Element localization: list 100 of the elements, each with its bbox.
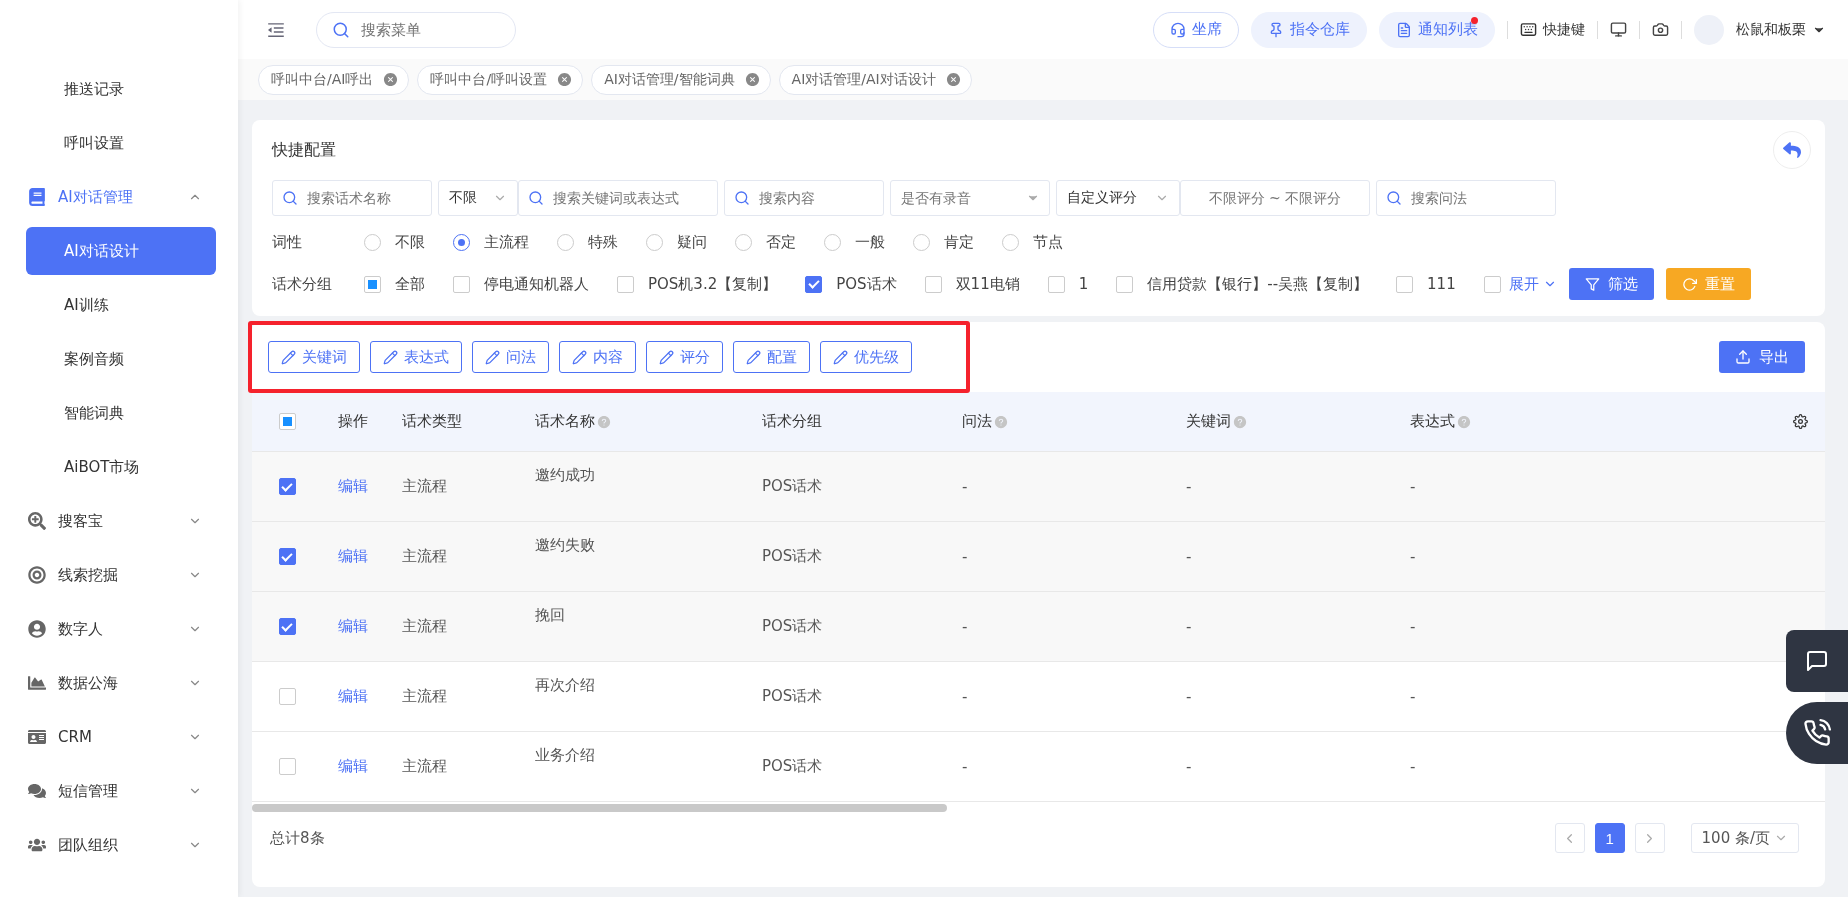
expand-link[interactable]: 展开 <box>1508 274 1557 294</box>
page-button[interactable]: 1 <box>1594 823 1625 853</box>
edit-button[interactable]: 问法 <box>472 341 549 373</box>
checkbox[interactable] <box>1396 275 1414 293</box>
page-size-select[interactable]: 100 条/页 <box>1690 823 1799 853</box>
edit-button[interactable]: 表达式 <box>370 341 462 373</box>
select-field[interactable]: 不限 <box>438 180 518 216</box>
checkbox-option[interactable]: 信用贷款【银行】--吴燕【复制】 <box>1116 274 1369 294</box>
select-field[interactable]: 是否有录音 <box>890 180 1050 216</box>
help-icon[interactable] <box>1457 414 1471 429</box>
sidebar-group[interactable]: 数据公海 <box>0 656 238 710</box>
voice-chat-button[interactable] <box>1786 630 1848 692</box>
checkbox-option[interactable]: 双11电销 <box>924 274 1020 294</box>
back-button[interactable] <box>1773 131 1811 169</box>
row-checkbox[interactable] <box>278 548 296 565</box>
header-button[interactable]: 坐席 <box>1153 11 1239 48</box>
user-menu[interactable]: 松鼠和板栗 <box>1736 20 1826 39</box>
row-checkbox[interactable] <box>278 478 296 495</box>
edit-button[interactable]: 内容 <box>559 341 636 373</box>
edit-button[interactable]: 优先级 <box>820 341 912 373</box>
sidebar-group[interactable]: CRM <box>0 710 238 764</box>
phone-button[interactable] <box>1786 702 1848 764</box>
edit-link[interactable]: 编辑 <box>338 547 368 566</box>
sidebar-group[interactable]: 团队组织 <box>0 818 238 872</box>
monitor-icon[interactable] <box>1610 21 1627 38</box>
sidebar-item[interactable]: AI训练 <box>26 281 216 329</box>
edit-link[interactable]: 编辑 <box>338 757 368 776</box>
sidebar-item[interactable]: AI对话设计 <box>26 227 216 275</box>
close-icon[interactable] <box>945 72 961 87</box>
radio-option[interactable]: 一般 <box>824 232 885 252</box>
checkbox-option[interactable]: 111 <box>1396 275 1456 293</box>
sidebar-group[interactable]: 数字人 <box>0 602 238 656</box>
search-field[interactable]: 搜索内容 <box>724 180 884 216</box>
close-icon[interactable] <box>383 72 399 87</box>
edit-button[interactable]: 关键词 <box>268 341 360 373</box>
checkbox[interactable] <box>1116 275 1134 293</box>
close-icon[interactable] <box>557 72 573 87</box>
radio-option[interactable]: 节点 <box>1002 232 1063 252</box>
menu-search-field[interactable]: 搜索菜单 <box>316 11 516 48</box>
help-icon[interactable] <box>1233 414 1247 429</box>
select-all-checkbox[interactable] <box>278 413 296 430</box>
range-field[interactable]: 不限评分 ~ 不限评分 <box>1180 180 1370 216</box>
checkbox[interactable] <box>1483 275 1501 293</box>
checkbox[interactable] <box>1047 275 1065 293</box>
help-icon[interactable] <box>994 414 1008 429</box>
checkbox-option[interactable]: 1 <box>1047 275 1089 293</box>
sidebar-group[interactable]: 线索挖掘 <box>0 548 238 602</box>
search-field[interactable]: 搜索关键词或表达式 <box>518 180 718 216</box>
edit-button[interactable]: 评分 <box>646 341 723 373</box>
sidebar-item[interactable]: 推送记录 <box>26 65 216 113</box>
table-cell: - <box>1186 547 1192 566</box>
edit-button[interactable]: 配置 <box>733 341 810 373</box>
row-checkbox[interactable] <box>278 758 296 775</box>
row-checkbox[interactable] <box>278 688 296 705</box>
sidebar-group[interactable]: AI对话管理 <box>0 170 238 224</box>
help-icon[interactable] <box>597 414 611 429</box>
shortcut-button[interactable]: 快捷键 <box>1520 20 1585 39</box>
checkbox-option[interactable]: 全部 <box>364 274 425 294</box>
radio-option[interactable]: 否定 <box>735 232 796 252</box>
close-icon[interactable] <box>744 72 760 87</box>
page-tab[interactable]: 呼叫中台/呼叫设置 <box>417 64 584 95</box>
checkbox-option[interactable]: 停电通知机器人 <box>453 274 589 294</box>
sidebar-item[interactable]: 呼叫设置 <box>26 119 216 167</box>
edit-link[interactable]: 编辑 <box>338 477 368 496</box>
page-tab[interactable]: AI对话管理/AI对话设计 <box>778 64 972 95</box>
checkbox[interactable] <box>617 275 634 293</box>
checkbox-option[interactable]: POS话术 <box>805 274 897 294</box>
checkbox[interactable] <box>364 275 381 293</box>
sidebar-group[interactable]: 短信管理 <box>0 764 238 818</box>
checkbox[interactable] <box>924 275 942 293</box>
horizontal-scrollbar[interactable] <box>252 804 947 812</box>
sidebar-item[interactable]: 智能词典 <box>26 389 216 437</box>
edit-link[interactable]: 编辑 <box>338 687 368 706</box>
select-field[interactable]: 自定义评分 <box>1056 180 1180 216</box>
filter-button[interactable]: 筛选 <box>1568 268 1654 300</box>
row-checkbox[interactable] <box>278 618 296 635</box>
prev-page-button[interactable] <box>1554 823 1585 853</box>
header-button[interactable]: 指令仓库 <box>1251 11 1367 48</box>
sidebar-item[interactable]: AiBOT市场 <box>26 443 216 491</box>
checkbox[interactable] <box>805 275 823 293</box>
edit-link[interactable]: 编辑 <box>338 617 368 636</box>
header-button[interactable]: 通知列表 <box>1379 11 1495 48</box>
sidebar-item[interactable]: 案例音频 <box>26 335 216 383</box>
radio-option[interactable]: 特殊 <box>557 232 618 252</box>
sidebar-group[interactable]: 搜客宝 <box>0 494 238 548</box>
settings-icon[interactable] <box>1792 414 1808 429</box>
checkbox-option[interactable]: POS机3.2【复制】 <box>617 274 778 294</box>
radio-option[interactable]: 不限 <box>364 232 425 252</box>
radio-option[interactable]: 主流程 <box>453 232 529 252</box>
search-field[interactable]: 搜索话术名称 <box>272 180 432 216</box>
next-page-button[interactable] <box>1634 823 1665 853</box>
checkbox[interactable] <box>453 275 470 293</box>
camera-icon[interactable] <box>1652 21 1669 38</box>
radio-option[interactable]: 疑问 <box>646 232 707 252</box>
page-tab[interactable]: 呼叫中台/AI呼出 <box>258 64 410 95</box>
page-tab[interactable]: AI对话管理/智能词典 <box>591 64 771 95</box>
reply-icon <box>1783 141 1801 159</box>
export-button[interactable]: 导出 <box>1719 341 1805 373</box>
search-field[interactable]: 搜索问法 <box>1376 180 1556 216</box>
radio-option[interactable]: 肯定 <box>913 232 974 252</box>
